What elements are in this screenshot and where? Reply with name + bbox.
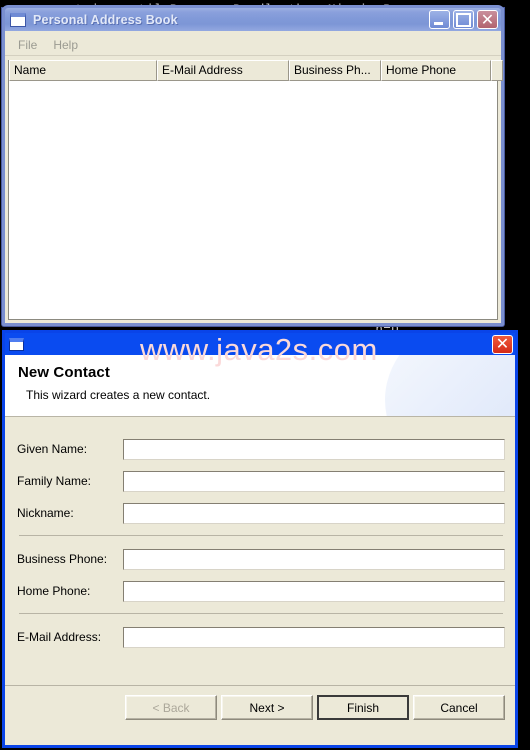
column-header[interactable]: Name [9, 60, 157, 81]
menu-item-file[interactable]: File [13, 36, 48, 54]
form-field-row: Home Phone: [17, 575, 505, 607]
field-label: E-Mail Address: [17, 630, 102, 644]
form-field-row: Family Name: [17, 465, 505, 497]
dialog-titlebar[interactable]: ✕ [5, 333, 515, 355]
button-back: < Back [125, 695, 217, 720]
form-field-row: Nickname: [17, 497, 505, 529]
contact-form: Given Name: Family Name: Nickname: Business… [5, 417, 515, 685]
field-input-given-name[interactable] [123, 438, 505, 460]
field-label: Family Name: [17, 474, 92, 488]
personal-address-book-window: Personal Address Book ✕ File Help Name E-… [2, 5, 504, 326]
close-button[interactable]: ✕ [477, 10, 498, 29]
field-input-home-phone[interactable] [123, 580, 505, 602]
main-window-title: Personal Address Book [33, 12, 178, 27]
main-window-body: Name E-Mail Address Business Ph... Home Pho… [5, 56, 503, 323]
form-field-row: Given Name: [17, 433, 505, 465]
dialog-button-bar: < Back Next > Finish Cancel [5, 685, 515, 720]
table-header-row: Name E-Mail Address Business Ph... Home Pho… [9, 60, 503, 81]
field-label: Nickname: [17, 506, 74, 520]
table-body[interactable] [9, 81, 497, 319]
button-next[interactable]: Next > [221, 695, 313, 720]
field-label: Given Name: [17, 442, 88, 456]
dialog-icon [9, 337, 24, 351]
form-field-row: E-Mail Address: [17, 621, 505, 653]
field-group: Given Name: Family Name: Nickname: [17, 433, 505, 529]
group-separator [19, 613, 503, 614]
button-cancel[interactable]: Cancel [413, 695, 505, 720]
dialog-close-button[interactable]: ✕ [492, 334, 513, 354]
main-window-titlebar[interactable]: Personal Address Book ✕ [2, 5, 504, 31]
new-contact-dialog: ✕ New Contact This wizard creates a new … [2, 330, 518, 748]
column-header[interactable]: Home Phone [381, 60, 491, 81]
field-label: Home Phone: [17, 584, 91, 598]
column-header[interactable] [491, 60, 503, 81]
field-label: Business Phone: [17, 552, 108, 566]
dialog-header: New Contact This wizard creates a new co… [5, 355, 515, 417]
close-icon: ✕ [480, 9, 495, 29]
contacts-table: Name E-Mail Address Business Ph... Home Pho… [8, 60, 503, 320]
application-icon [10, 12, 26, 27]
minimize-button[interactable] [429, 10, 450, 29]
field-group: Business Phone: Home Phone: [17, 543, 505, 607]
field-group: E-Mail Address: [17, 621, 505, 653]
main-menubar: File Help [5, 34, 501, 56]
field-input-family-name[interactable] [123, 470, 505, 492]
menu-item-help[interactable]: Help [48, 36, 89, 54]
maximize-button[interactable] [453, 10, 474, 29]
button-finish[interactable]: Finish [317, 695, 409, 720]
main-window-controls: ✕ [429, 10, 498, 29]
group-separator [19, 535, 503, 536]
field-input-business-phone[interactable] [123, 548, 505, 570]
field-input-nickname[interactable] [123, 502, 505, 524]
dialog-subtitle: This wizard creates a new contact. [26, 388, 211, 402]
column-header[interactable]: Business Ph... [289, 60, 381, 81]
field-input-e-mail-address[interactable] [123, 626, 505, 648]
column-header[interactable]: E-Mail Address [157, 60, 289, 81]
close-icon: ✕ [495, 334, 510, 353]
dialog-heading: New Contact [18, 364, 110, 381]
form-field-row: Business Phone: [17, 543, 505, 575]
